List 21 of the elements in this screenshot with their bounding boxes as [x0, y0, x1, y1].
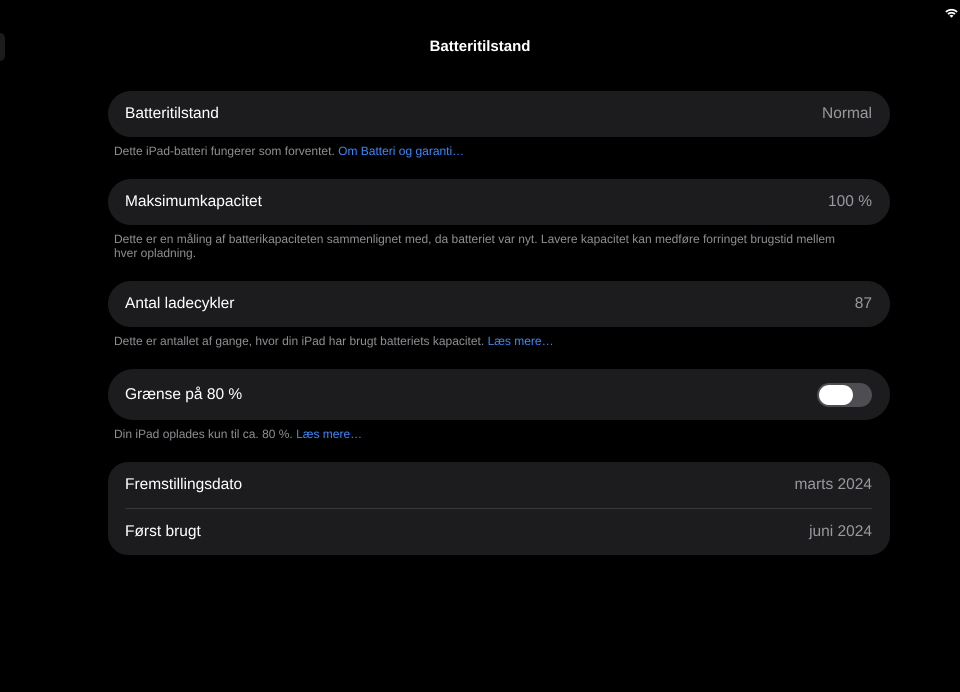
row-value: Normal: [822, 105, 872, 123]
footer-note: Dette er antallet af gange, hvor din iPad har brugt batteriets kapacitet. Læs mere…: [114, 334, 555, 348]
row-label: Fremstillingsdato: [125, 476, 242, 494]
row-value: marts 2024: [794, 476, 872, 494]
row-value: 100 %: [828, 193, 872, 211]
footer-note: Dette er en måling af batterikapaciteten sammenlignet med, da batteriet var nyt. Lavere kapacitet kan medføre forringet brugstid mellem hver opladning.: [114, 232, 836, 260]
footer-note: Din iPad oplades kun til ca. 80 %. Læs mere…: [114, 427, 364, 441]
row-label: Først brugt: [125, 523, 201, 541]
row-label: Batteritilstand: [125, 105, 219, 123]
footer-note: Dette iPad-batteri fungerer som forventet. Om Batteri og garanti…: [114, 144, 466, 158]
wifi-icon: [945, 8, 958, 18]
learn-more-link[interactable]: Læs mere…: [296, 427, 362, 441]
row-label: Antal ladecykler: [125, 295, 234, 313]
row-value: 87: [854, 295, 872, 313]
row-label: Maksimumkapacitet: [125, 193, 262, 211]
page-title: Batteritilstand: [430, 38, 530, 56]
row-label: Grænse på 80 %: [125, 386, 242, 404]
row-value: juni 2024: [809, 523, 872, 541]
learn-more-link[interactable]: Læs mere…: [488, 334, 554, 348]
toggle-switch[interactable]: [817, 382, 872, 406]
learn-more-link[interactable]: Om Batteri og garanti…: [338, 144, 464, 158]
